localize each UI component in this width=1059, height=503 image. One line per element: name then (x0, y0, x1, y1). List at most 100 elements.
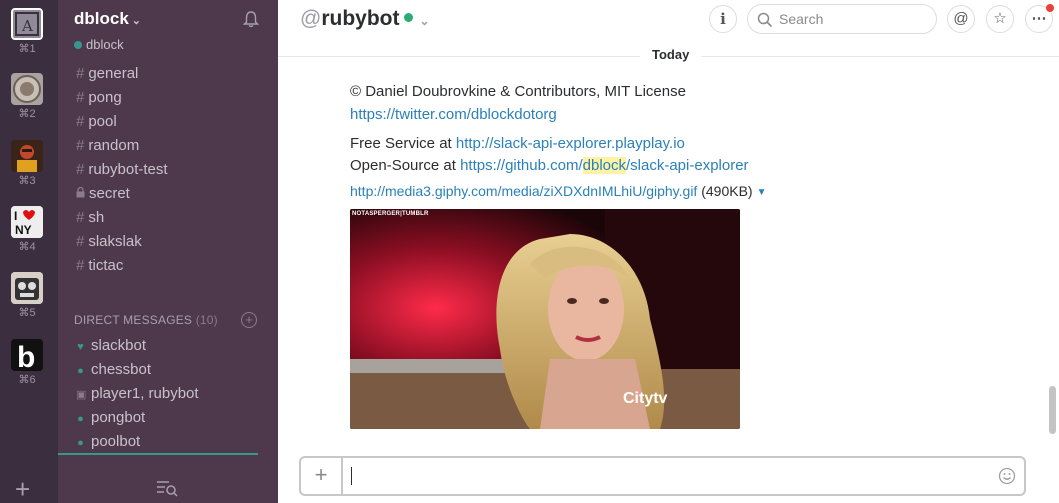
gif-channel-logo: Citytv (623, 390, 668, 407)
dm-label: pongbot (91, 409, 146, 426)
bell-icon[interactable] (243, 10, 259, 28)
presence-dot (404, 13, 414, 22)
channel-sh[interactable]: # sh (76, 209, 104, 226)
team-switcher: A ⌘1 ⌘2 ⌘3 I NY ⌘4 ⌘5 b ⌘6 + (0, 0, 58, 503)
at-icon: @ (953, 10, 969, 27)
team-logo-a-icon: A (15, 12, 39, 36)
dm-label: poolbot (91, 433, 141, 450)
channel-general[interactable]: # general (76, 65, 138, 82)
channel-pong[interactable]: # pong (76, 89, 122, 106)
channel-label: secret (89, 185, 130, 202)
heart-icon: ♥ (77, 341, 84, 353)
starred-button[interactable]: ☆ (986, 5, 1014, 33)
channel-label: rubybot-test (88, 161, 168, 178)
channel-secret[interactable]: secret (76, 185, 130, 202)
dm-poolbot[interactable]: ● poolbot (76, 433, 140, 450)
text-cursor (351, 467, 352, 485)
search-box[interactable] (747, 4, 937, 34)
message-open-source: Open-Source at https://github.com/dblock… (350, 157, 749, 174)
seal-icon (13, 75, 41, 103)
mentions-button[interactable]: @ (947, 5, 975, 33)
robot-icon (11, 272, 43, 304)
gif-watermark: NOTASPERGER|TUMBLR (352, 211, 429, 217)
message-scrollbar[interactable] (1049, 386, 1056, 434)
dm-label: slackbot (91, 337, 147, 354)
channel-label: random (88, 137, 140, 154)
team-icon-4[interactable]: I NY (11, 206, 43, 238)
search-icon (757, 12, 773, 28)
github-link-part: https://github.com/ (460, 157, 583, 174)
team-icon-2[interactable] (11, 73, 43, 105)
search-highlight: dblock (582, 157, 626, 174)
team-icon-3[interactable] (11, 140, 43, 172)
emoji-icon[interactable] (998, 467, 1016, 485)
user-name: dblock (86, 37, 124, 52)
team-shortcut-3: ⌘3 (18, 175, 36, 187)
free-service-link[interactable]: http://slack-api-explorer.playplay.io (456, 135, 685, 152)
attach-button[interactable]: + (301, 458, 343, 494)
github-link-part: /slack-api-explorer (626, 157, 749, 174)
caret-down-icon[interactable]: ▼ (757, 187, 767, 198)
lock-icon (76, 185, 85, 202)
team-shortcut-5: ⌘5 (18, 307, 36, 319)
channel-label: pong (88, 89, 122, 106)
svg-text:I: I (14, 209, 17, 223)
channel-tictac[interactable]: # tictac (76, 257, 123, 274)
github-link[interactable]: https://github.com/dblock/slack-api-expl… (460, 157, 749, 174)
channel-label: pool (88, 113, 117, 130)
channel-slakslak[interactable]: # slakslak (76, 233, 142, 250)
message-free-service: Free Service at http://slack-api-explore… (350, 135, 685, 152)
hash-icon: # (76, 257, 85, 274)
current-user[interactable]: dblock (74, 37, 124, 52)
svg-text:b: b (17, 341, 35, 371)
channel-pool[interactable]: # pool (76, 113, 117, 130)
team-icon-5[interactable] (11, 272, 43, 304)
open-source-label: Open-Source at (350, 157, 461, 174)
add-dm-button[interactable]: + (241, 312, 257, 328)
direct-messages-header[interactable]: DIRECT MESSAGES (10) (74, 313, 218, 327)
chevron-down-icon: ⌄ (419, 14, 430, 28)
team-menu[interactable]: dblock ⌄ (74, 9, 141, 29)
free-service-label: Free Service at (350, 135, 456, 152)
dm-chessbot[interactable]: ● chessbot (76, 361, 151, 378)
gif-preview[interactable]: NOTASPERGER|TUMBLR Citytv (350, 209, 740, 429)
team-name: dblock (74, 9, 129, 28)
team-shortcut-1: ⌘1 (18, 43, 36, 55)
day-divider-label: Today (640, 47, 702, 62)
add-team-button[interactable]: + (15, 476, 30, 502)
group-dm-icon: ▣ (76, 389, 87, 401)
sidebar: dblock ⌄ dblock # general # pong # pool # ran… (58, 0, 278, 503)
presence-dot: ● (77, 365, 84, 377)
channel-title[interactable]: @rubybot ⌄ (300, 7, 430, 31)
hash-icon: # (76, 209, 85, 226)
file-link[interactable]: http://media3.giphy.com/media/ziXDXdnIML… (350, 183, 697, 199)
dm-pongbot[interactable]: ● pongbot (76, 409, 145, 426)
i-love-ny-icon: INY (11, 206, 43, 238)
channel-random[interactable]: # random (76, 137, 139, 154)
dm-player1-rubybot[interactable]: ▣ player1, rubybot (76, 385, 199, 402)
avatar-icon (11, 140, 43, 172)
plus-icon: + (314, 462, 328, 487)
presence-dot: ● (77, 437, 84, 449)
notification-dot (1046, 4, 1054, 12)
file-size: (490KB) (697, 183, 753, 199)
team-icon-6[interactable]: b (11, 339, 43, 371)
message-twitter: https://twitter.com/dblockdotorg (350, 106, 557, 123)
dm-slackbot[interactable]: ♥ slackbot (76, 337, 146, 354)
info-icon: i (720, 10, 726, 28)
dm-count: (10) (195, 313, 218, 327)
twitter-link[interactable]: https://twitter.com/dblockdotorg (350, 106, 557, 123)
more-icon: ⋯ (1031, 10, 1047, 27)
chevron-down-icon: ⌄ (131, 15, 142, 27)
channel-label: slakslak (88, 233, 142, 250)
team-shortcut-6: ⌘6 (18, 374, 36, 386)
quick-switcher-icon[interactable] (155, 478, 181, 498)
more-button[interactable]: ⋯ (1025, 4, 1054, 33)
message-input[interactable] (351, 465, 981, 487)
search-input[interactable] (779, 11, 929, 27)
info-button[interactable]: i (709, 5, 737, 33)
team-icon-1[interactable]: A (11, 8, 43, 40)
gif-image (350, 209, 740, 429)
channel-rubybot-test[interactable]: # rubybot-test (76, 161, 168, 178)
star-icon: ☆ (993, 10, 1007, 27)
